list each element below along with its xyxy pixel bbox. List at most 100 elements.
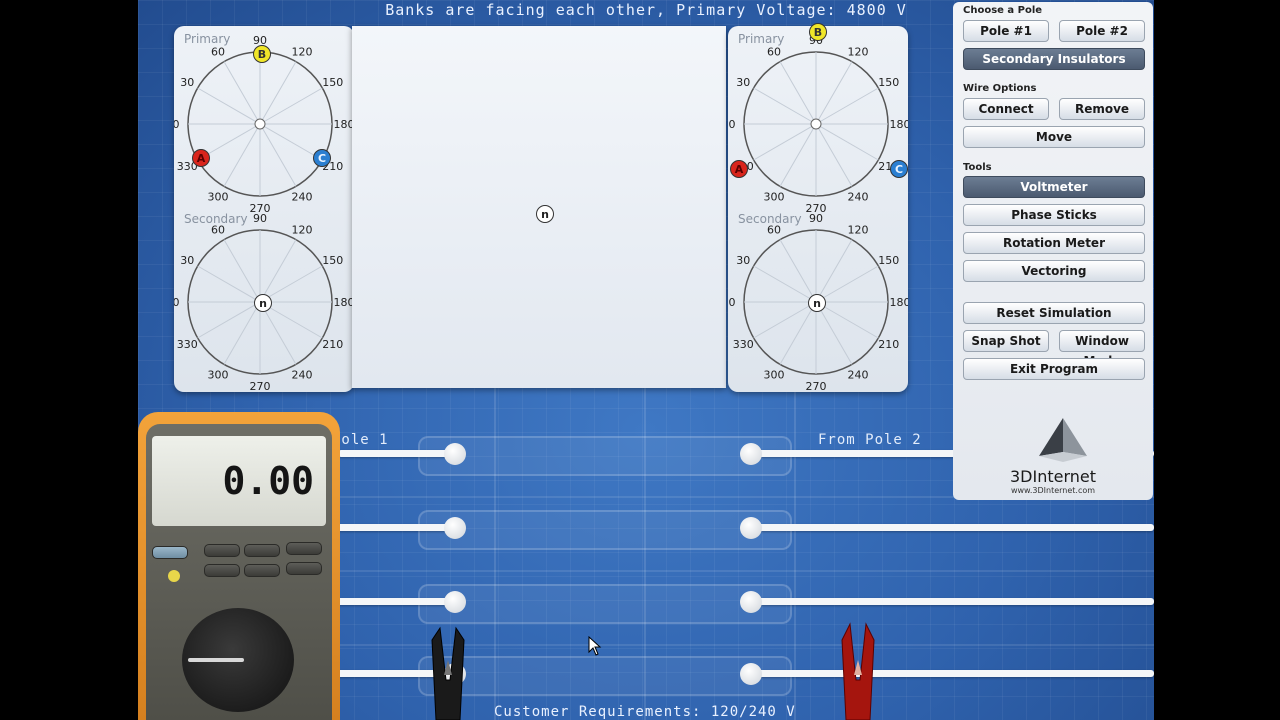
left-secondary-spoke: [223, 239, 261, 303]
right-primary-angle-label: 150: [878, 76, 899, 89]
pole2-wire-2-end[interactable]: [740, 517, 762, 539]
right-secondary-angle-label: 60: [767, 223, 781, 236]
tools-heading: Tools: [963, 162, 992, 173]
black-probe-icon[interactable]: [428, 620, 468, 720]
phase-sticks-button[interactable]: Phase Sticks: [963, 204, 1145, 226]
left-secondary-angle-label: 0: [174, 296, 180, 309]
meter-rotary-dial[interactable]: [182, 608, 294, 712]
left-secondary-angle-label: 90: [253, 212, 267, 225]
pole2-wire-4[interactable]: [758, 670, 1154, 677]
left-primary-phase-c[interactable]: C: [313, 149, 331, 167]
dial-pointer-icon: [188, 658, 244, 662]
voltmeter-button[interactable]: Voltmeter: [963, 176, 1145, 198]
right-secondary-spoke: [815, 301, 879, 339]
right-primary-angle-label: 30: [736, 76, 750, 89]
left-primary-spoke: [223, 123, 261, 187]
left-primary-angle-label: 240: [292, 191, 313, 204]
left-secondary-neutral[interactable]: n: [254, 294, 272, 312]
wire-slot-2: [418, 510, 792, 550]
right-primary-phase-c[interactable]: C: [890, 160, 908, 178]
pole1-wire-2-end[interactable]: [444, 517, 466, 539]
right-dials: 0306090120150180210240270300330030609012…: [729, 34, 909, 392]
from-pole-2-label: From Pole 2: [818, 432, 922, 448]
rotation-meter-button[interactable]: Rotation Meter: [963, 232, 1145, 254]
left-secondary-angle-label: 270: [250, 380, 271, 392]
right-primary-spoke: [815, 123, 853, 187]
right-secondary-spoke: [753, 265, 817, 303]
left-primary-phase-a[interactable]: A: [192, 149, 210, 167]
left-primary-dial-hub: [254, 118, 266, 130]
pole2-wire-3[interactable]: [758, 598, 1154, 605]
right-primary-dial-hub: [810, 118, 822, 130]
meter-key-7[interactable]: [286, 562, 322, 575]
right-secondary-neutral[interactable]: n: [808, 294, 826, 312]
pole2-wire-4-end[interactable]: [740, 663, 762, 685]
pole1-button[interactable]: Pole #1: [963, 20, 1049, 42]
left-primary-angle-label: 0: [174, 118, 180, 131]
meter-key-1[interactable]: [152, 546, 188, 559]
right-secondary-angle-label: 30: [736, 254, 750, 267]
exit-program-button[interactable]: Exit Program: [963, 358, 1145, 380]
right-secondary-angle-label: 180: [890, 296, 909, 309]
multimeter[interactable]: 0.00: [138, 412, 340, 720]
pole2-wire-1-end[interactable]: [740, 443, 762, 465]
left-primary-spoke: [197, 87, 261, 125]
right-secondary-spoke: [753, 301, 817, 339]
left-secondary-angle-label: 60: [211, 223, 225, 236]
right-primary-angle-label: 120: [848, 45, 869, 58]
meter-key-5[interactable]: [204, 564, 240, 577]
right-primary-spoke: [815, 87, 879, 125]
remove-button[interactable]: Remove: [1059, 98, 1145, 120]
center-work-area[interactable]: n: [352, 26, 726, 388]
meter-reading: 0.00: [152, 436, 326, 526]
left-primary-angle-label: 120: [292, 45, 313, 58]
right-primary-angle-label: 240: [848, 191, 869, 204]
pole2-wire-3-end[interactable]: [740, 591, 762, 613]
right-primary-phase-b[interactable]: B: [809, 23, 827, 41]
center-neutral-node[interactable]: n: [536, 205, 554, 223]
right-secondary-spoke: [815, 301, 853, 365]
right-secondary-spoke: [815, 265, 879, 303]
meter-key-2[interactable]: [204, 544, 240, 557]
meter-key-6[interactable]: [244, 564, 280, 577]
meter-key-3[interactable]: [244, 544, 280, 557]
move-button[interactable]: Move: [963, 126, 1145, 148]
left-primary-phase-b[interactable]: B: [253, 45, 271, 63]
left-primary-spoke: [223, 61, 261, 125]
left-secondary-spoke: [197, 265, 261, 303]
left-bank-panel: Primary Secondary 0 30 60 90 120 150 180 210 240…: [174, 26, 354, 392]
control-sidebar: Choose a Pole Pole #1 Pole #2 Secondary …: [953, 2, 1153, 500]
pole1-wire-1[interactable]: [338, 450, 454, 457]
pole1-wire-1-end[interactable]: [444, 443, 466, 465]
choose-pole-heading: Choose a Pole: [963, 5, 1043, 16]
red-probe-icon[interactable]: [838, 620, 878, 720]
left-primary-angle-label: 150: [322, 76, 343, 89]
right-primary-phase-a[interactable]: A: [730, 160, 748, 178]
multimeter-face: 0.00: [146, 424, 332, 720]
vectoring-button[interactable]: Vectoring: [963, 260, 1145, 282]
pole1-wire-3-end[interactable]: [444, 591, 466, 613]
connect-button[interactable]: Connect: [963, 98, 1049, 120]
right-primary-spoke: [815, 123, 879, 161]
right-primary-spoke: [779, 123, 817, 187]
meter-key-4[interactable]: [286, 542, 322, 555]
reset-simulation-button[interactable]: Reset Simulation: [963, 302, 1145, 324]
right-secondary-angle-label: 330: [733, 338, 754, 351]
right-secondary-spoke: [779, 301, 817, 365]
pole2-wire-2[interactable]: [758, 524, 1154, 531]
mouse-cursor-icon: [588, 636, 602, 656]
left-secondary-angle-label: 150: [322, 254, 343, 267]
left-secondary-angle-label: 210: [322, 338, 343, 351]
left-primary-spoke: [259, 61, 297, 125]
right-primary-spoke: [753, 123, 817, 161]
pole2-button[interactable]: Pole #2: [1059, 20, 1145, 42]
from-pole-1-label: Pole 1: [332, 432, 389, 448]
wire-slot-4: [418, 656, 792, 696]
right-primary-spoke: [815, 61, 853, 125]
logo-url: www.3DInternet.com: [1010, 486, 1096, 495]
secondary-insulators-button[interactable]: Secondary Insulators: [963, 48, 1145, 70]
window-mode-button[interactable]: Window Mode: [1059, 330, 1145, 368]
snapshot-button[interactable]: Snap Shot: [963, 330, 1049, 352]
wire-slot-1: [418, 436, 792, 476]
customer-requirements: Customer Requirements: 120/240 V: [494, 704, 796, 720]
